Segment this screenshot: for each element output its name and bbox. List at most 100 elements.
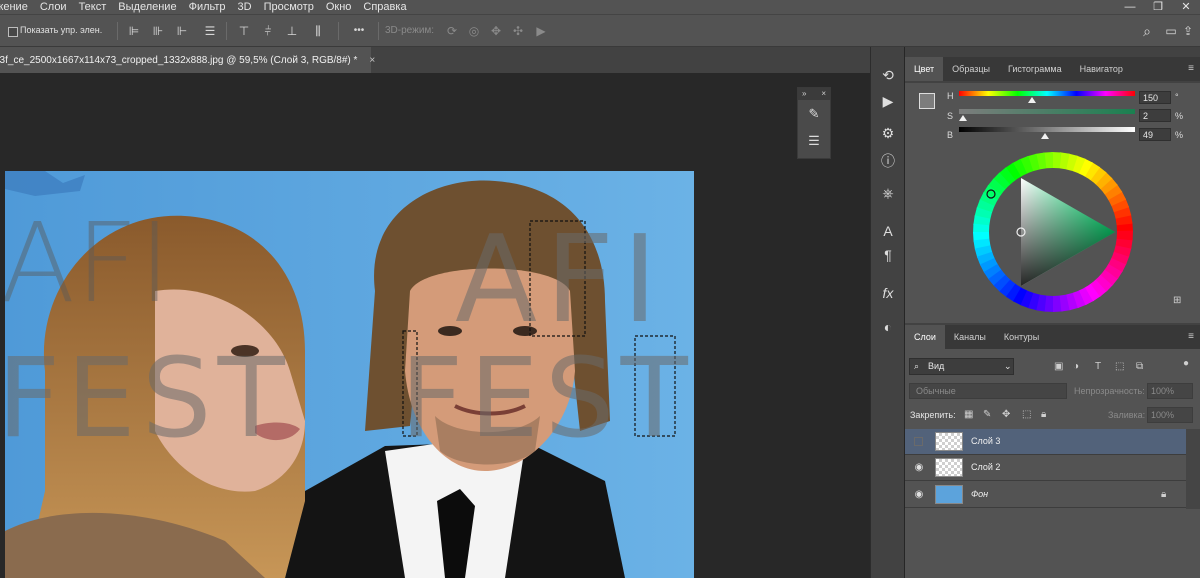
layer-name[interactable]: Слой 3 xyxy=(971,436,1000,446)
foreground-swatch[interactable] xyxy=(919,93,935,109)
actions-icon[interactable]: ▶ xyxy=(871,93,905,110)
lock-all-icon[interactable]: 🔒︎ xyxy=(1041,409,1046,420)
menu-item-select[interactable]: Выделение xyxy=(112,0,182,14)
styles-icon[interactable]: fx xyxy=(871,285,905,301)
text-afi: AFI xyxy=(455,211,666,350)
menu-item-view[interactable]: Просмотр xyxy=(258,0,320,14)
minimize-icon[interactable]: — xyxy=(1116,0,1144,14)
filter-shape-icon[interactable]: ⬚ xyxy=(1115,361,1124,372)
clone-source-icon[interactable]: ⎈ xyxy=(871,185,905,202)
tab-color[interactable]: Цвет xyxy=(905,57,944,81)
brightness-slider[interactable] xyxy=(959,127,1135,132)
slide-3d-icon[interactable]: ✣ xyxy=(510,23,526,39)
info-icon[interactable]: ⓘ xyxy=(871,151,905,171)
add-swatch-icon[interactable]: ⊞ xyxy=(1173,295,1181,306)
panel-menu-icon[interactable]: ≡ xyxy=(1188,325,1194,349)
menu-item-layers[interactable]: Слои xyxy=(34,0,73,14)
menu-item-window[interactable]: Окно xyxy=(320,0,358,14)
document-tab-title: 73f_ce_2500x1667x114x73_cropped_1332x888… xyxy=(0,54,358,66)
close-icon[interactable]: × xyxy=(821,88,826,100)
brush-mini-panel: » × ✎ ☰ xyxy=(797,87,831,159)
menu-item-type[interactable]: Текст xyxy=(73,0,113,14)
hue-value[interactable]: 150 xyxy=(1139,91,1171,104)
filter-type-icon[interactable]: T xyxy=(1095,361,1101,372)
share-icon[interactable]: ⇪ xyxy=(1180,23,1196,39)
filter-adjustment-icon[interactable]: ◑ xyxy=(1073,361,1079,372)
layer-row-3[interactable]: Слой 3 xyxy=(905,429,1186,455)
brightness-value[interactable]: 49 xyxy=(1139,128,1171,141)
layer-name[interactable]: Слой 2 xyxy=(971,462,1000,472)
layer-row-background[interactable]: ◉ Фон 🔒︎ xyxy=(905,482,1186,508)
brush-settings-icon[interactable]: ⚙ xyxy=(871,125,905,142)
filter-smart-object-icon[interactable]: ⧉ xyxy=(1136,361,1143,372)
brush-icon[interactable]: ✎ xyxy=(798,100,830,127)
align-bottom-icon[interactable]: ⊥ xyxy=(284,23,300,39)
lock-position-icon[interactable]: ✥ xyxy=(1002,409,1010,420)
collapse-icon[interactable]: » xyxy=(802,88,806,100)
layer-row-2[interactable]: ◉ Слой 2 xyxy=(905,455,1186,481)
filter-pixel-icon[interactable]: ▣ xyxy=(1054,361,1063,372)
tab-paths[interactable]: Контуры xyxy=(995,325,1048,349)
restore-icon[interactable]: ❐ xyxy=(1144,0,1172,14)
layer-filter-select[interactable] xyxy=(909,358,1014,375)
menu-item-help[interactable]: Справка xyxy=(357,0,412,14)
saturation-slider[interactable] xyxy=(959,109,1135,114)
character-icon[interactable]: A xyxy=(871,223,905,239)
align-left-icon[interactable]: ⊫ xyxy=(126,23,142,39)
saturation-slider-thumb[interactable] xyxy=(958,115,967,121)
hue-slider-thumb[interactable] xyxy=(1028,97,1037,103)
orbit-3d-icon[interactable]: ⟳ xyxy=(444,23,460,39)
layer-filter-value: Вид xyxy=(928,361,945,371)
panel-menu-icon[interactable]: ≡ xyxy=(1188,57,1194,81)
paragraph-icon[interactable]: ¶ xyxy=(871,247,905,263)
align-center-icon[interactable]: ⊪ xyxy=(150,23,166,39)
window-controls: — ❐ ✕ xyxy=(1116,0,1200,14)
document-tab[interactable]: 73f_ce_2500x1667x114x73_cropped_1332x888… xyxy=(0,47,375,73)
align-middle-icon[interactable]: ⫩ xyxy=(260,23,276,39)
layers-scrollbar[interactable] xyxy=(1186,429,1200,509)
hue-unit: ° xyxy=(1175,92,1179,102)
document-image[interactable]: AFI AFI FEST FEST xyxy=(5,171,694,578)
chevron-down-icon: ⌄ xyxy=(1004,361,1012,371)
tab-swatches[interactable]: Образцы xyxy=(943,57,999,81)
hue-slider[interactable] xyxy=(959,91,1135,96)
visibility-toggle-off[interactable] xyxy=(914,437,923,446)
tab-navigator[interactable]: Навигатор xyxy=(1071,57,1132,81)
opacity-value: 100% xyxy=(1151,386,1175,396)
roll-3d-icon[interactable]: ◎ xyxy=(466,23,482,39)
tab-histogram[interactable]: Гистограмма xyxy=(999,57,1071,81)
pan-3d-icon[interactable]: ✥ xyxy=(488,23,504,39)
layer-thumbnail xyxy=(935,432,963,451)
align-top-icon[interactable]: ⊤ xyxy=(236,23,252,39)
filter-toggle-icon[interactable]: ● xyxy=(1183,358,1189,369)
search-icon[interactable]: ⌕ xyxy=(1139,23,1155,39)
color-wheel[interactable] xyxy=(971,150,1135,314)
show-transform-checkbox[interactable] xyxy=(8,27,18,37)
menu-item-3d[interactable]: 3D xyxy=(232,0,258,14)
distribute-icon[interactable]: ☰ xyxy=(202,23,218,39)
eye-icon[interactable]: ◉ xyxy=(913,463,925,473)
brush-settings-icon[interactable]: ☰ xyxy=(798,127,830,154)
tab-layers[interactable]: Слои xyxy=(905,325,945,349)
lock-transparency-icon[interactable]: ▦ xyxy=(964,409,973,420)
lock-pixels-icon[interactable]: ✎ xyxy=(983,409,991,420)
tab-channels[interactable]: Каналы xyxy=(945,325,995,349)
close-tab-icon[interactable]: × xyxy=(369,55,375,66)
align-right-icon[interactable]: ⊩ xyxy=(174,23,190,39)
more-options-icon[interactable]: ••• xyxy=(349,23,369,39)
lock-artboard-icon[interactable]: ⬚ xyxy=(1022,409,1031,420)
menu-item-filter[interactable]: Фильтр xyxy=(183,0,232,14)
menu-item-edit[interactable]: жение xyxy=(0,0,34,14)
eye-icon[interactable]: ◉ xyxy=(913,490,925,500)
close-icon[interactable]: ✕ xyxy=(1172,0,1200,14)
layer-name[interactable]: Фон xyxy=(971,489,988,499)
distribute-vertical-icon[interactable]: ⫼ xyxy=(310,23,326,39)
adjustments-icon[interactable]: ◐ xyxy=(871,319,905,335)
menu-bar: жение Слои Текст Выделение Фильтр 3D Про… xyxy=(0,0,1200,14)
workspace-icon[interactable]: ▭ xyxy=(1163,23,1179,39)
saturation-value[interactable]: 2 xyxy=(1139,109,1171,122)
lock-icon: 🔒︎ xyxy=(1161,489,1167,500)
camera-3d-icon[interactable]: ▶ xyxy=(533,23,549,39)
brightness-slider-thumb[interactable] xyxy=(1041,133,1050,139)
history-icon[interactable]: ⟲ xyxy=(871,67,905,84)
